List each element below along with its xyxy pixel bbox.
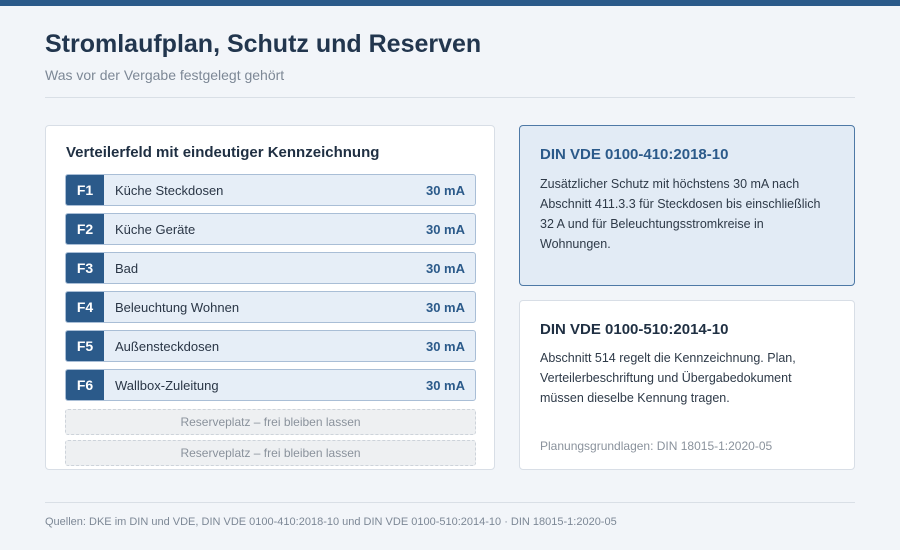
breaker-rating: 30 mA — [425, 260, 465, 276]
card-title: DIN VDE 0100-410:2018-10 — [540, 146, 729, 163]
distribution-panel: Verteilerfeld mit eindeutiger Kennzeichn… — [45, 125, 495, 470]
breaker-name: Beleuchtung Wohnen — [115, 299, 240, 315]
card-text: Zusätzlicher Schutz mit höchstens 30 mA … — [540, 177, 821, 251]
breaker-code: F6 — [66, 370, 104, 400]
page-title: Stromlaufplan, Schutz und Reserven — [45, 30, 482, 58]
breaker-code: F5 — [66, 331, 104, 361]
breaker-row: F2 Küche Geräte 30 mA — [65, 213, 476, 245]
breaker-code: F3 — [66, 253, 104, 283]
breaker-name: Bad — [115, 260, 139, 276]
card-note: Planungsgrundlagen: DIN 18015-1:2020-05 — [540, 439, 773, 453]
din-410-card: DIN VDE 0100-410:2018-10 Zusätzlicher Sc… — [519, 125, 855, 286]
din-510-card: DIN VDE 0100-510:2014-10 Abschnitt 514 r… — [519, 300, 855, 470]
breaker-row: F1 Küche Steckdosen 30 mA — [65, 174, 476, 206]
top-accent-bar — [0, 0, 900, 6]
breaker-name: Außensteckdosen — [115, 338, 220, 354]
breaker-row: F6 Wallbox-Zuleitung 30 mA — [65, 369, 476, 401]
breaker-row: F4 Beleuchtung Wohnen 30 mA — [65, 291, 476, 323]
reserve-slot: Reserveplatz – frei bleiben lassen — [65, 440, 476, 466]
card-text: Abschnitt 514 regelt die Kennzeichnung. … — [540, 351, 796, 405]
breaker-row: F5 Außensteckdosen 30 mA — [65, 330, 476, 362]
breaker-rating: 30 mA — [425, 338, 465, 354]
header-divider — [45, 97, 855, 98]
breaker-name: Küche Steckdosen — [115, 182, 224, 198]
breaker-rating: 30 mA — [425, 221, 465, 237]
breaker-code: F4 — [66, 292, 104, 322]
breaker-name: Küche Geräte — [115, 221, 196, 237]
footer-divider — [45, 502, 855, 503]
distribution-panel-title: Verteilerfeld mit eindeutiger Kennzeichn… — [66, 144, 380, 161]
breaker-rating: 30 mA — [425, 182, 465, 198]
reserve-slot: Reserveplatz – frei bleiben lassen — [65, 409, 476, 435]
card-title: DIN VDE 0100-510:2014-10 — [540, 321, 729, 338]
breaker-row: F3 Bad 30 mA — [65, 252, 476, 284]
breaker-rating: 30 mA — [425, 299, 465, 315]
breaker-code: F2 — [66, 214, 104, 244]
breaker-rating: 30 mA — [425, 377, 465, 393]
breaker-code: F1 — [66, 175, 104, 205]
breaker-name: Wallbox-Zuleitung — [115, 377, 219, 393]
page-subtitle: Was vor der Vergabe festgelegt gehört — [45, 67, 285, 83]
footer-sources: Quellen: DKE im DIN und VDE, DIN VDE 010… — [45, 516, 617, 528]
